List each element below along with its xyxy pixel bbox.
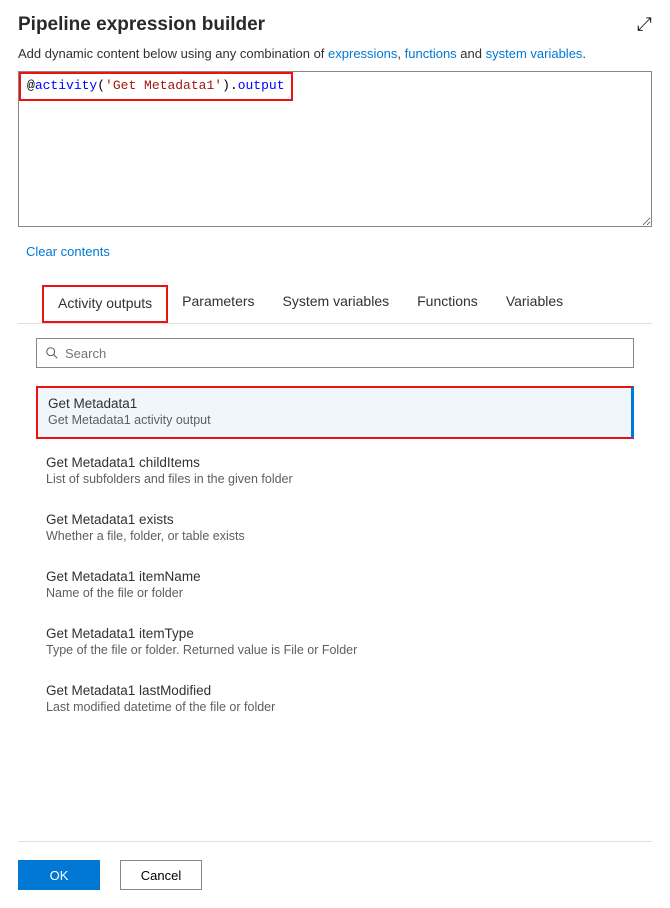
cancel-button[interactable]: Cancel bbox=[120, 860, 202, 890]
list-item-desc: Type of the file or folder. Returned val… bbox=[46, 643, 624, 657]
list-item-desc: Name of the file or folder bbox=[46, 586, 624, 600]
search-icon bbox=[45, 346, 59, 360]
list-item-desc: List of subfolders and files in the give… bbox=[46, 472, 624, 486]
page-title: Pipeline expression builder bbox=[18, 14, 265, 36]
search-input[interactable] bbox=[65, 346, 625, 361]
tab-activity-outputs[interactable]: Activity outputs bbox=[42, 285, 168, 323]
list-item[interactable]: Get Metadata1 itemType Type of the file … bbox=[36, 618, 634, 667]
list-item[interactable]: Get Metadata1 lastModified Last modified… bbox=[36, 675, 634, 724]
list-item[interactable]: Get Metadata1 itemName Name of the file … bbox=[36, 561, 634, 610]
intro-prefix: Add dynamic content below using any comb… bbox=[18, 46, 328, 61]
list-item-title: Get Metadata1 exists bbox=[46, 512, 624, 527]
list-item-title: Get Metadata1 bbox=[48, 396, 621, 411]
link-system-variables[interactable]: system variables bbox=[486, 46, 583, 61]
list-item-desc: Whether a file, folder, or table exists bbox=[46, 529, 624, 543]
tabs: Activity outputs Parameters System varia… bbox=[18, 285, 652, 324]
tab-system-variables[interactable]: System variables bbox=[269, 285, 404, 323]
clear-contents-link[interactable]: Clear contents bbox=[26, 244, 110, 259]
ok-button[interactable]: OK bbox=[18, 860, 100, 890]
list-item-title: Get Metadata1 childItems bbox=[46, 455, 624, 470]
activity-outputs-list: Get Metadata1 Get Metadata1 activity out… bbox=[18, 386, 652, 724]
list-item-desc: Last modified datetime of the file or fo… bbox=[46, 700, 624, 714]
list-item-title: Get Metadata1 lastModified bbox=[46, 683, 624, 698]
tab-functions[interactable]: Functions bbox=[403, 285, 492, 323]
expand-icon[interactable]: ⤢ bbox=[637, 14, 652, 36]
intro-text: Add dynamic content below using any comb… bbox=[18, 46, 652, 61]
list-item-desc: Get Metadata1 activity output bbox=[48, 413, 621, 427]
list-item[interactable]: Get Metadata1 exists Whether a file, fol… bbox=[36, 504, 634, 553]
list-item-title: Get Metadata1 itemName bbox=[46, 569, 624, 584]
list-item[interactable]: Get Metadata1 Get Metadata1 activity out… bbox=[36, 386, 634, 439]
expression-editor[interactable] bbox=[18, 71, 652, 227]
tab-variables[interactable]: Variables bbox=[492, 285, 577, 323]
tab-parameters[interactable]: Parameters bbox=[168, 285, 268, 323]
list-item-title: Get Metadata1 itemType bbox=[46, 626, 624, 641]
search-box[interactable] bbox=[36, 338, 634, 368]
link-expressions[interactable]: expressions bbox=[328, 46, 397, 61]
list-item[interactable]: Get Metadata1 childItems List of subfold… bbox=[36, 447, 634, 496]
link-functions[interactable]: functions bbox=[405, 46, 457, 61]
